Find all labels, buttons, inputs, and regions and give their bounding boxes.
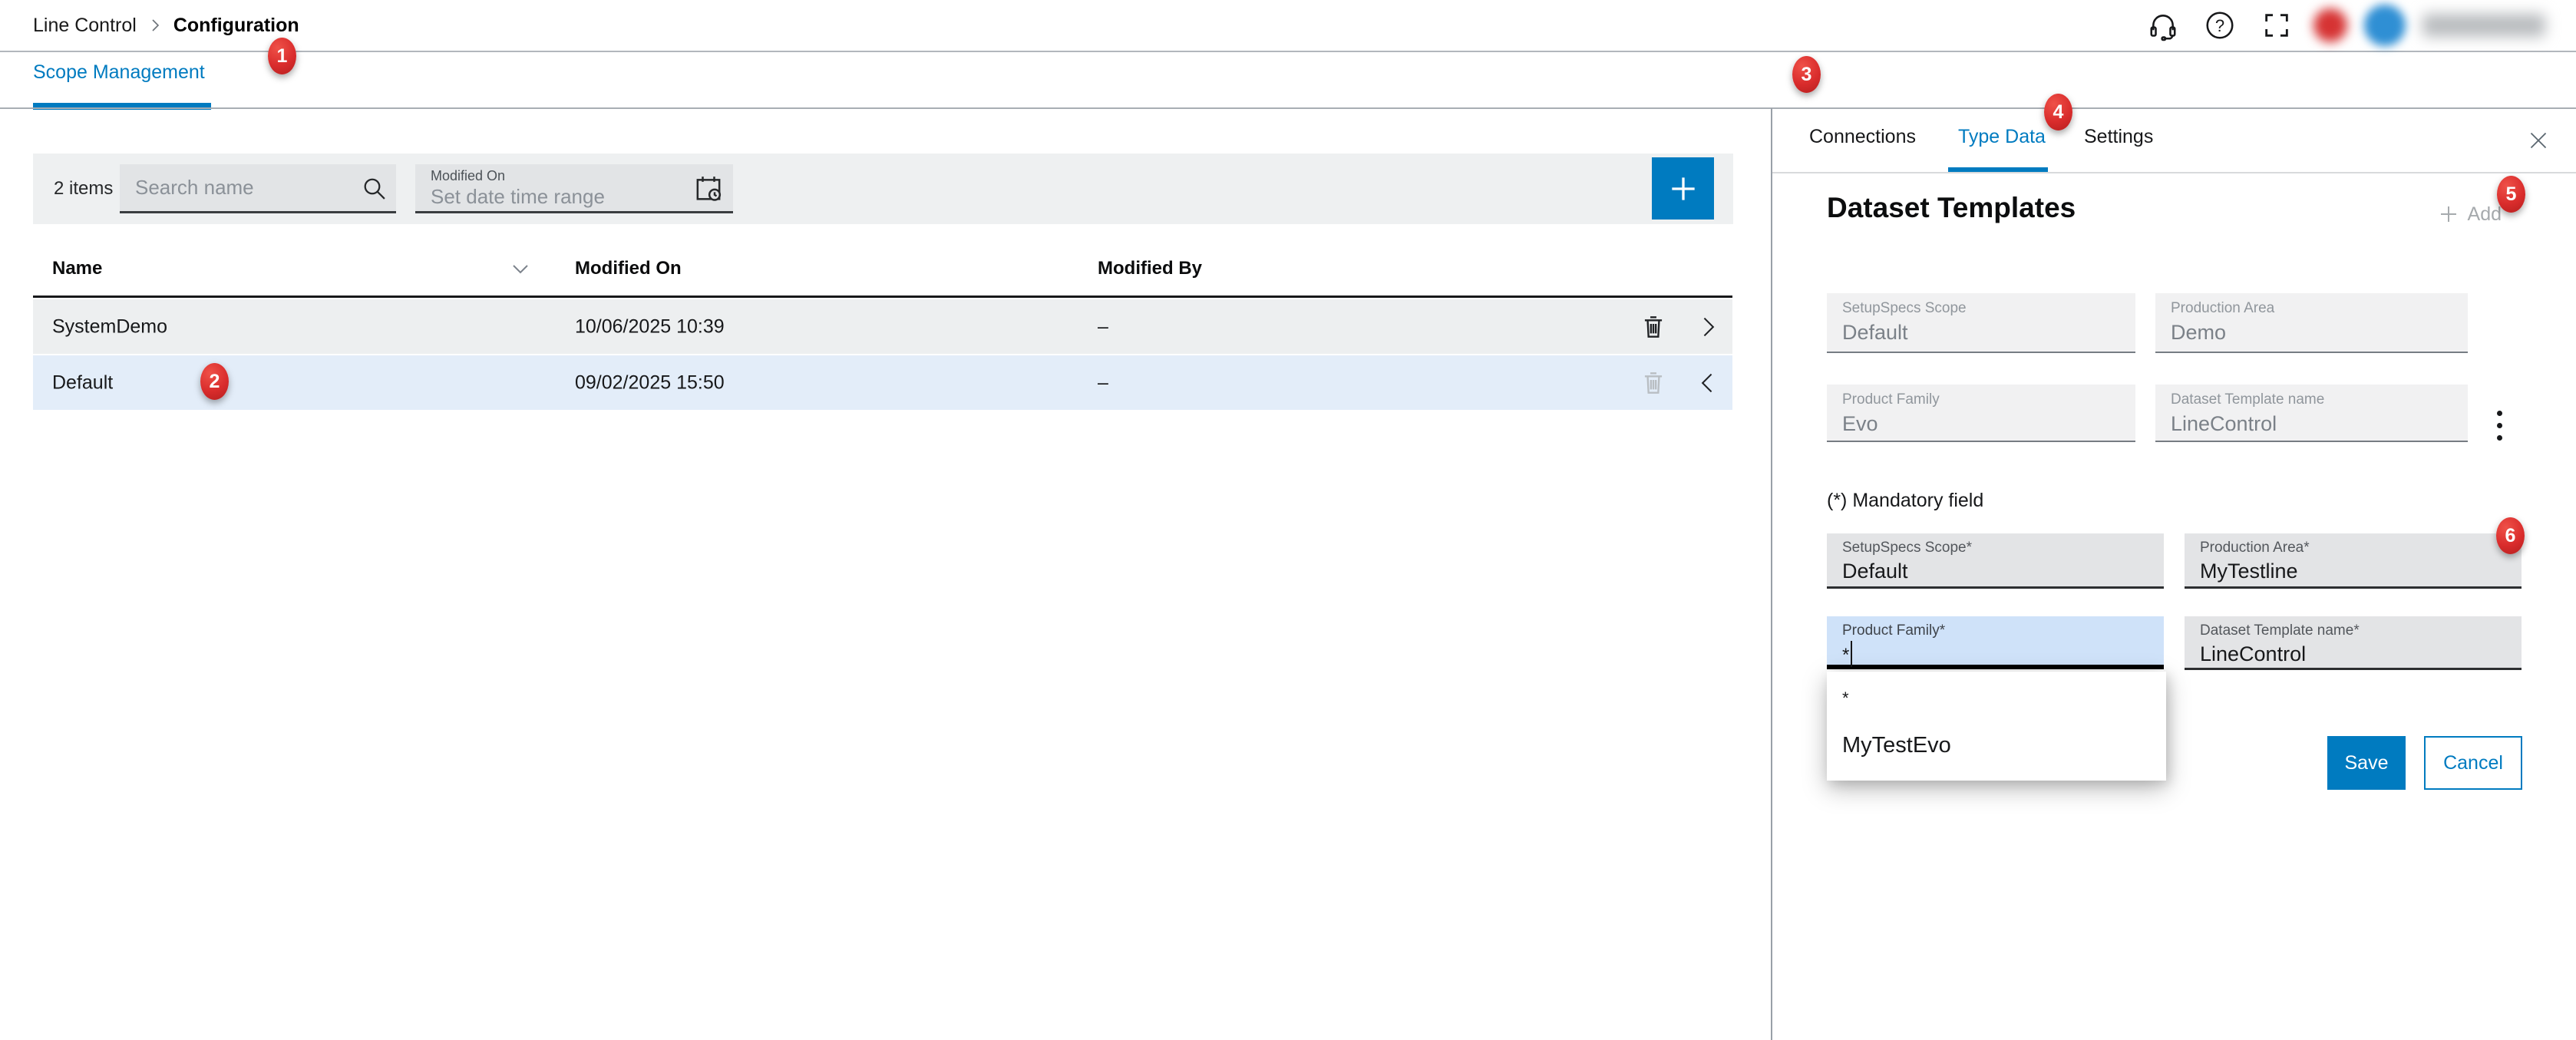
column-header-name: Name (52, 258, 102, 279)
delete-row-icon[interactable] (1639, 312, 1668, 342)
breadcrumb: Line Control Configuration (33, 0, 299, 51)
sort-chevron-icon[interactable] (509, 262, 532, 280)
add-dataset-template-button[interactable]: Add (2437, 203, 2502, 226)
field-value: Evo (1842, 412, 1878, 436)
search-icon[interactable] (361, 175, 388, 206)
product-family-dropdown: * MyTestEvo (1827, 672, 2166, 781)
readonly-field-product-family: Product Family Evo (1827, 385, 2135, 442)
fullscreen-icon[interactable] (2257, 5, 2297, 45)
template-options-kebab-icon[interactable] (2485, 404, 2513, 447)
callout-badge-3: 3 (1792, 56, 1821, 93)
add-dataset-template-label: Add (2468, 203, 2502, 226)
row-actions (1639, 355, 1719, 410)
mandatory-field-note: (*) Mandatory field (1827, 490, 1983, 512)
date-filter-label: Modified On (431, 168, 505, 184)
edit-field-production-area[interactable]: Production Area* MyTestline (2185, 533, 2522, 589)
calendar-clock-icon (693, 173, 724, 208)
callout-badge-6: 6 (2496, 517, 2525, 554)
table-row-selected[interactable]: Default 09/02/2025 15:50 – (33, 355, 1732, 410)
top-actions: ? (2143, 0, 2545, 51)
dropdown-option[interactable]: MyTestEvo (1827, 718, 2166, 773)
field-label: Dataset Template name (2171, 391, 2324, 408)
callout-badge-2: 2 (200, 363, 229, 400)
panel-tab-bar-divider (1772, 172, 2576, 173)
field-label: SetupSpecs Scope (1842, 300, 1967, 317)
top-header: Line Control Configuration ? (0, 0, 2576, 52)
readonly-field-setupspecs-scope: SetupSpecs Scope Default (1827, 293, 2135, 353)
callout-badge-5: 5 (2497, 176, 2525, 213)
field-label: Product Family (1842, 391, 1940, 408)
close-details-chevron-icon[interactable] (1697, 371, 1719, 395)
edit-field-product-family-focused[interactable]: Product Family* * (1827, 616, 2164, 669)
column-header-modified-by: Modified By (1098, 258, 1202, 279)
field-label: Product Family* (1842, 622, 1945, 639)
text-caret (1851, 641, 1852, 667)
cell-name: Default (52, 371, 113, 394)
field-value: MyTestline (2200, 560, 2298, 583)
scopes-table: Name Modified On Modified By SystemDemo … (33, 246, 1732, 410)
save-button[interactable]: Save (2327, 736, 2406, 790)
cell-modified-on: 10/06/2025 10:39 (575, 315, 725, 338)
field-label: Dataset Template name* (2200, 622, 2360, 639)
panel-tab-connections[interactable]: Connections (1809, 126, 1916, 148)
callout-badge-4: 4 (2044, 94, 2072, 130)
edit-field-setupspecs-scope[interactable]: SetupSpecs Scope* Default (1827, 533, 2164, 589)
readonly-field-dataset-template-name: Dataset Template name LineControl (2155, 385, 2468, 442)
add-scope-button[interactable] (1652, 157, 1714, 220)
field-value: Default (1842, 321, 1908, 345)
breadcrumb-chevron-icon (147, 18, 163, 33)
field-value: Default (1842, 560, 1908, 583)
breadcrumb-section[interactable]: Line Control (33, 15, 137, 37)
panel-tab-settings[interactable]: Settings (2084, 126, 2153, 148)
items-count: 2 items (54, 154, 113, 224)
user-avatar-blurred[interactable] (2364, 5, 2406, 46)
search-field (120, 164, 396, 213)
line-control-app: Line Control Configuration ? (0, 0, 2576, 1040)
field-value: Demo (2171, 321, 2226, 345)
dropdown-option[interactable]: * (1827, 672, 2166, 718)
help-icon[interactable]: ? (2200, 5, 2240, 45)
cell-modified-by: – (1098, 315, 1108, 338)
modified-on-date-filter[interactable]: Modified On Set date time range (415, 164, 733, 213)
field-label: SetupSpecs Scope* (1842, 540, 1972, 556)
notification-badge-blurred[interactable] (2313, 8, 2347, 42)
field-label: Production Area (2171, 300, 2274, 317)
row-actions (1639, 299, 1719, 354)
cell-name: SystemDemo (52, 315, 167, 338)
close-panel-icon[interactable] (2521, 123, 2556, 158)
delete-row-icon-disabled (1639, 368, 1668, 398)
table-header-row: Name Modified On Modified By (33, 246, 1732, 298)
callout-badge-1: 1 (268, 38, 296, 74)
table-row[interactable]: SystemDemo 10/06/2025 10:39 – (33, 299, 1732, 354)
open-details-chevron-icon[interactable] (1697, 315, 1719, 339)
user-name-blurred (2422, 14, 2545, 37)
column-header-modified-on: Modified On (575, 258, 682, 279)
field-value: * (1842, 641, 1852, 667)
panel-tab-type-data[interactable]: Type Data (1958, 126, 2046, 148)
svg-text:?: ? (2215, 16, 2224, 35)
cell-modified-on: 09/02/2025 15:50 (575, 371, 725, 394)
search-input[interactable] (120, 164, 396, 211)
cancel-button[interactable]: Cancel (2424, 736, 2522, 790)
details-panel: Connections Type Data Settings Dataset T… (1772, 109, 2576, 1040)
support-headset-icon[interactable] (2143, 5, 2183, 45)
date-filter-placeholder: Set date time range (431, 185, 605, 209)
list-toolbar: 2 items Modified On Set date time range (33, 154, 1733, 224)
edit-field-dataset-template-name[interactable]: Dataset Template name* LineControl (2185, 616, 2522, 670)
breadcrumb-current-page: Configuration (173, 15, 299, 37)
tab-scope-management[interactable]: Scope Management (33, 61, 205, 84)
field-value: LineControl (2200, 642, 2306, 666)
cell-modified-by: – (1098, 371, 1108, 394)
readonly-field-production-area: Production Area Demo (2155, 293, 2468, 353)
field-label: Production Area* (2200, 540, 2310, 556)
panel-title: Dataset Templates (1827, 192, 2076, 224)
field-value: LineControl (2171, 412, 2277, 436)
